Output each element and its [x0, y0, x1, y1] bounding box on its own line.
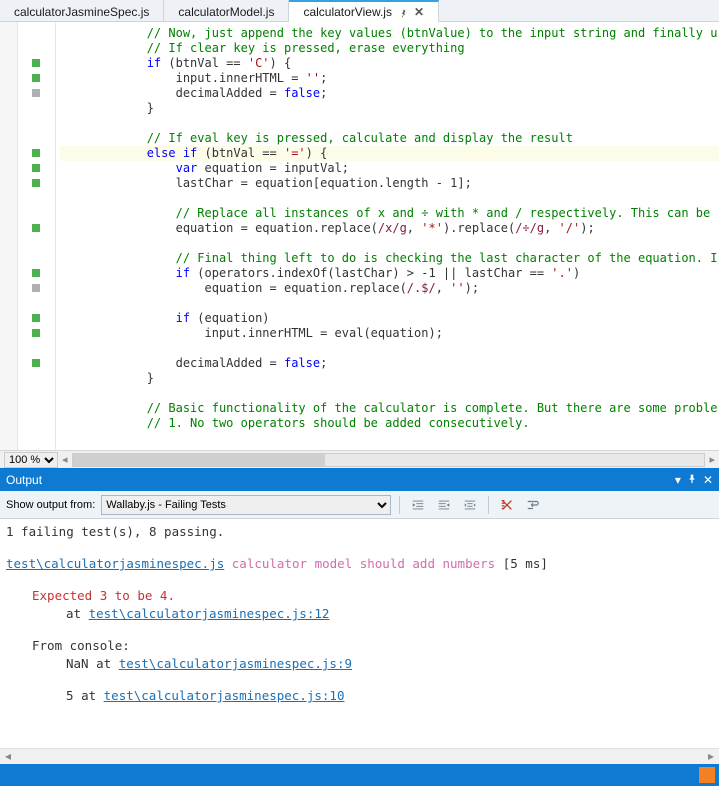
scrollbar-thumb[interactable]: [73, 454, 326, 466]
stack-link[interactable]: test\calculatorjasminespec.js:12: [89, 606, 330, 621]
status-bar: [0, 764, 719, 786]
code-line: [60, 341, 719, 356]
code-line: [60, 191, 719, 206]
output-toolbar: Show output from: Wallaby.js - Failing T…: [0, 491, 719, 519]
coverage-hit-marker: [32, 359, 40, 367]
code-line: [60, 236, 719, 251]
output-source-label: Show output from:: [6, 499, 95, 511]
code-line: // Basic functionality of the calculator…: [60, 401, 719, 416]
scroll-left-icon[interactable]: ◂: [0, 749, 16, 764]
output-horizontal-scrollbar[interactable]: ◂ ▸: [0, 748, 719, 764]
test-time: [5 ms]: [503, 556, 548, 571]
code-line: [60, 116, 719, 131]
code-line: decimalAdded = false;: [60, 86, 719, 101]
coverage-miss-marker: [32, 89, 40, 97]
tab-label: calculatorJasmineSpec.js: [14, 5, 149, 19]
tab-calculator-model[interactable]: calculatorModel.js: [164, 0, 289, 22]
code-line: // Final thing left to do is checking th…: [60, 251, 719, 266]
indent-right-icon[interactable]: [434, 495, 454, 515]
code-line: if (operators.indexOf(lastChar) > -1 || …: [60, 266, 719, 281]
coverage-hit-marker: [32, 59, 40, 67]
console-msg: NaN: [66, 656, 89, 671]
code-editor: // Now, just append the key values (btnV…: [0, 22, 719, 450]
close-icon[interactable]: ✕: [414, 5, 424, 19]
code-line: }: [60, 371, 719, 386]
editor-footer: 100 % ◂ ▸: [0, 450, 719, 468]
indent-left-icon[interactable]: [408, 495, 428, 515]
code-line: input.innerHTML = eval(equation);: [60, 326, 719, 341]
code-line: decimalAdded = false;: [60, 356, 719, 371]
code-line: if (btnVal == 'C') {: [60, 56, 719, 71]
status-corner-icon: [699, 767, 715, 783]
code-line: [60, 386, 719, 401]
console-label: From console:: [6, 637, 713, 655]
horizontal-scrollbar[interactable]: [72, 453, 706, 467]
coverage-hit-marker: [32, 314, 40, 322]
console-link[interactable]: test\calculatorjasminespec.js:10: [104, 688, 345, 703]
coverage-hit-marker: [32, 179, 40, 187]
panel-title: Output: [6, 473, 42, 487]
toggle-wrap-icon[interactable]: [523, 495, 543, 515]
gutter: [18, 22, 56, 450]
tab-calculator-view[interactable]: calculatorView.js ✕: [289, 0, 439, 22]
code-line: else if (btnVal == '=') {: [60, 146, 719, 161]
coverage-hit-marker: [32, 164, 40, 172]
at-label: at: [66, 606, 81, 621]
code-line: [60, 296, 719, 311]
code-line: }: [60, 101, 719, 116]
output-panel: Output ▾ ✕ Show output from: Wallaby.js …: [0, 468, 719, 764]
pin-icon[interactable]: [398, 7, 408, 17]
code-line: // 1. No two operators should be added c…: [60, 416, 719, 431]
scroll-right-icon[interactable]: ▸: [703, 749, 719, 764]
clear-all-icon[interactable]: [497, 495, 517, 515]
close-icon[interactable]: ✕: [703, 473, 713, 487]
scroll-right-icon[interactable]: ▸: [709, 453, 715, 466]
coverage-hit-marker: [32, 329, 40, 337]
coverage-miss-marker: [32, 284, 40, 292]
coverage-hit-marker: [32, 74, 40, 82]
console-link[interactable]: test\calculatorjasminespec.js:9: [119, 656, 352, 671]
indent-both-icon[interactable]: [460, 495, 480, 515]
panel-dropdown-icon[interactable]: ▾: [675, 473, 681, 487]
code-line: // Replace all instances of x and ÷ with…: [60, 206, 719, 221]
code-area[interactable]: // Now, just append the key values (btnV…: [56, 22, 719, 450]
outline-column: [0, 22, 18, 450]
code-line: // Now, just append the key values (btnV…: [60, 26, 719, 41]
zoom-select[interactable]: 100 %: [4, 452, 58, 468]
coverage-hit-marker: [32, 224, 40, 232]
code-line: // If clear key is pressed, erase everyt…: [60, 41, 719, 56]
coverage-hit-marker: [32, 269, 40, 277]
output-panel-title-bar: Output ▾ ✕: [0, 469, 719, 491]
code-line: input.innerHTML = '';: [60, 71, 719, 86]
test-desc: calculator model should add numbers: [232, 556, 495, 571]
tab-label: calculatorView.js: [303, 5, 392, 19]
scroll-left-icon[interactable]: ◂: [62, 453, 68, 466]
output-source-select[interactable]: Wallaby.js - Failing Tests: [101, 495, 391, 515]
pin-icon[interactable]: [687, 473, 697, 487]
code-line: var equation = inputVal;: [60, 161, 719, 176]
code-line: lastChar = equation[equation.length - 1]…: [60, 176, 719, 191]
tab-label: calculatorModel.js: [178, 5, 274, 19]
editor-tab-bar: calculatorJasmineSpec.js calculatorModel…: [0, 0, 719, 22]
code-line: equation = equation.replace(/x/g, '*').r…: [60, 221, 719, 236]
tab-calculator-jasmine-spec[interactable]: calculatorJasmineSpec.js: [0, 0, 164, 22]
output-body[interactable]: 1 failing test(s), 8 passing. test\calcu…: [0, 519, 719, 748]
code-line: if (equation): [60, 311, 719, 326]
output-summary: 1 failing test(s), 8 passing.: [6, 523, 713, 541]
code-line: // If eval key is pressed, calculate and…: [60, 131, 719, 146]
expectation-fail: Expected 3 to be 4.: [32, 588, 175, 603]
console-msg: 5: [66, 688, 74, 703]
test-file-link[interactable]: test\calculatorjasminespec.js: [6, 556, 224, 571]
failing-test-line: test\calculatorjasminespec.js calculator…: [6, 555, 713, 573]
coverage-hit-marker: [32, 149, 40, 157]
code-line: equation = equation.replace(/.$/, '');: [60, 281, 719, 296]
